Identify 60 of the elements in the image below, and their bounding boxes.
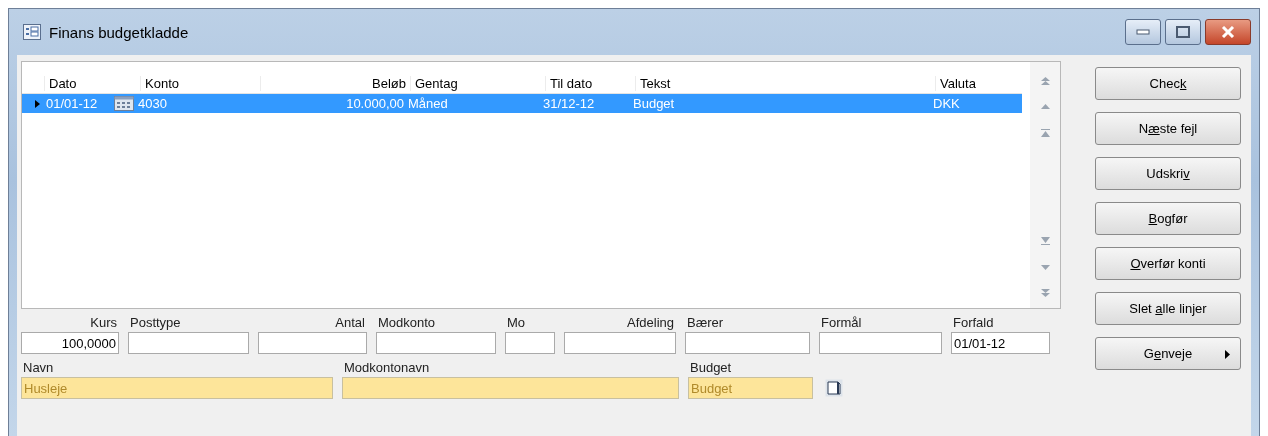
calendar-icon[interactable] [114,96,134,111]
maximize-icon [1176,26,1190,38]
input-field[interactable]: 100,0000 [21,332,119,354]
field-label: Modkonto [377,314,437,332]
field-label: Kurs [89,314,118,332]
action-button[interactable]: Bogfør [1095,202,1241,235]
input-field[interactable] [258,332,367,354]
action-button[interactable]: Slet alle linjer [1095,292,1241,325]
input-field[interactable] [819,332,942,354]
input-field[interactable] [505,332,555,354]
input-field[interactable] [564,332,676,354]
scroll-top-icon[interactable] [1040,128,1050,138]
input-field[interactable] [685,332,810,354]
column-header[interactable]: Dato [44,76,140,91]
table-cell-text: Budget [632,96,676,111]
column-header[interactable]: Tekst [635,76,935,91]
table-cell-text: 01/01-12 [45,96,99,111]
maximize-button[interactable] [1165,19,1201,45]
window-title: Finans budgetkladde [49,23,189,41]
field-label: Forfald [952,314,995,332]
action-button[interactable]: Næste fejl [1095,112,1241,145]
table-cell-text: 4030 [137,96,168,111]
input-field[interactable] [342,377,679,399]
table-cell-text: DKK [932,96,961,111]
minimize-icon [1136,29,1150,35]
field-label: Formål [820,314,863,332]
field-label: Mo [506,314,527,332]
column-header[interactable]: Konto [140,76,260,91]
table-cell-text: 31/12-12 [542,96,596,111]
field-label: Afdeling [626,314,675,332]
action-button[interactable]: Overfør konti [1095,247,1241,280]
table-cell-text: 10.000,00 [345,96,405,111]
close-button[interactable] [1205,19,1251,45]
form-icon [23,24,41,40]
field-label: Modkontonavn [343,359,431,377]
field-label: Bærer [686,314,725,332]
scroll-bottom-icon[interactable] [1040,236,1050,246]
input-field[interactable] [376,332,496,354]
input-field[interactable] [128,332,249,354]
scroll-prev-icon[interactable] [1040,102,1050,112]
scroll-first-icon[interactable] [1040,76,1050,86]
close-icon [1221,26,1235,38]
column-header[interactable]: Til dato [545,76,635,91]
action-button[interactable]: Genveje [1095,337,1241,370]
field-label: Antal [334,314,366,332]
input-field[interactable]: 01/01-12 [951,332,1050,354]
column-header[interactable]: Valuta [935,76,1005,91]
note-icon[interactable] [825,379,843,397]
field-label: Posttype [129,314,182,332]
table-cell-text: Måned [407,96,449,111]
action-button[interactable]: Check [1095,67,1241,100]
scroll-next-icon[interactable] [1040,262,1050,272]
field-label: Budget [689,359,733,377]
column-header[interactable]: Gentag [410,76,545,91]
current-row-icon [35,99,40,108]
scroll-last-icon[interactable] [1040,288,1050,298]
action-button[interactable]: Udskriv [1095,157,1241,190]
minimize-button[interactable] [1125,19,1161,45]
field-label: Navn [22,359,55,377]
column-header[interactable]: Beløb [260,76,410,91]
